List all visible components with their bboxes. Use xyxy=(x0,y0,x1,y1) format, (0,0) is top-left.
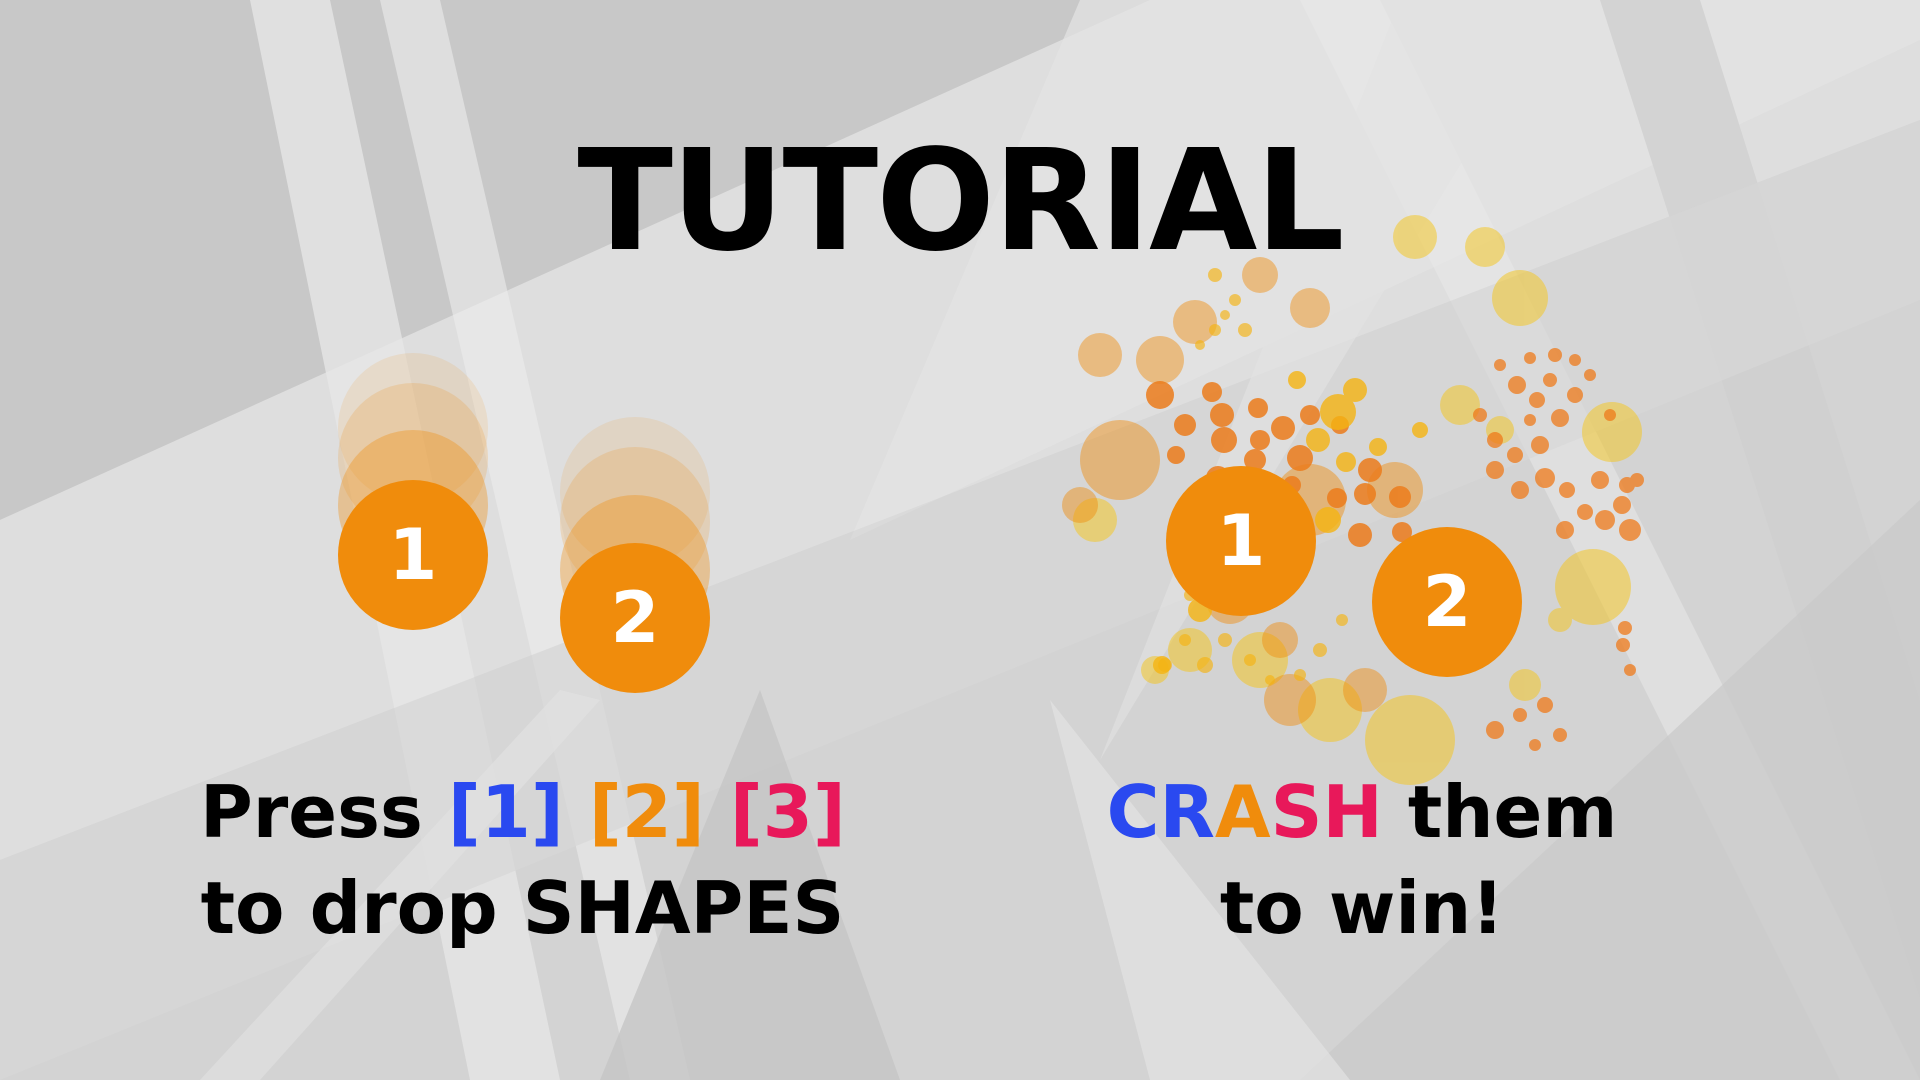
drop-shapes-caption-line1: Press [1] [2] [3] xyxy=(200,764,846,860)
tutorial-screen: TUTORIAL 1 2 1 2 Press [1] [2] [3] to dr… xyxy=(0,0,1920,1080)
key-3-hint: [3] xyxy=(729,770,846,854)
crash-letter-r: R xyxy=(1159,770,1215,854)
key-1-hint: [1] xyxy=(447,770,564,854)
drop-shapes-caption: Press [1] [2] [3] to drop SHAPES xyxy=(200,764,846,956)
them-text: them xyxy=(1382,770,1618,854)
crash-ball-1-label: 1 xyxy=(1216,500,1266,582)
crash-letter-c: C xyxy=(1106,770,1160,854)
crash-letter-h: H xyxy=(1322,770,1383,854)
crash-ball-1: 1 xyxy=(1166,466,1316,616)
crash-letter-a: A xyxy=(1214,770,1271,854)
drop-shapes-caption-line2: to drop SHAPES xyxy=(200,866,845,950)
press-text: Press xyxy=(200,770,448,854)
crash-ball-2: 2 xyxy=(1372,527,1522,677)
key-2-hint: [2] xyxy=(588,770,705,854)
crash-ball-2-label: 2 xyxy=(1422,561,1472,643)
crash-caption-line1: CRASH them xyxy=(1082,764,1642,860)
crash-letter-s: S xyxy=(1270,770,1323,854)
crash-caption-line2: to win! xyxy=(1219,866,1505,950)
crash-caption: CRASH them to win! xyxy=(1082,764,1642,956)
